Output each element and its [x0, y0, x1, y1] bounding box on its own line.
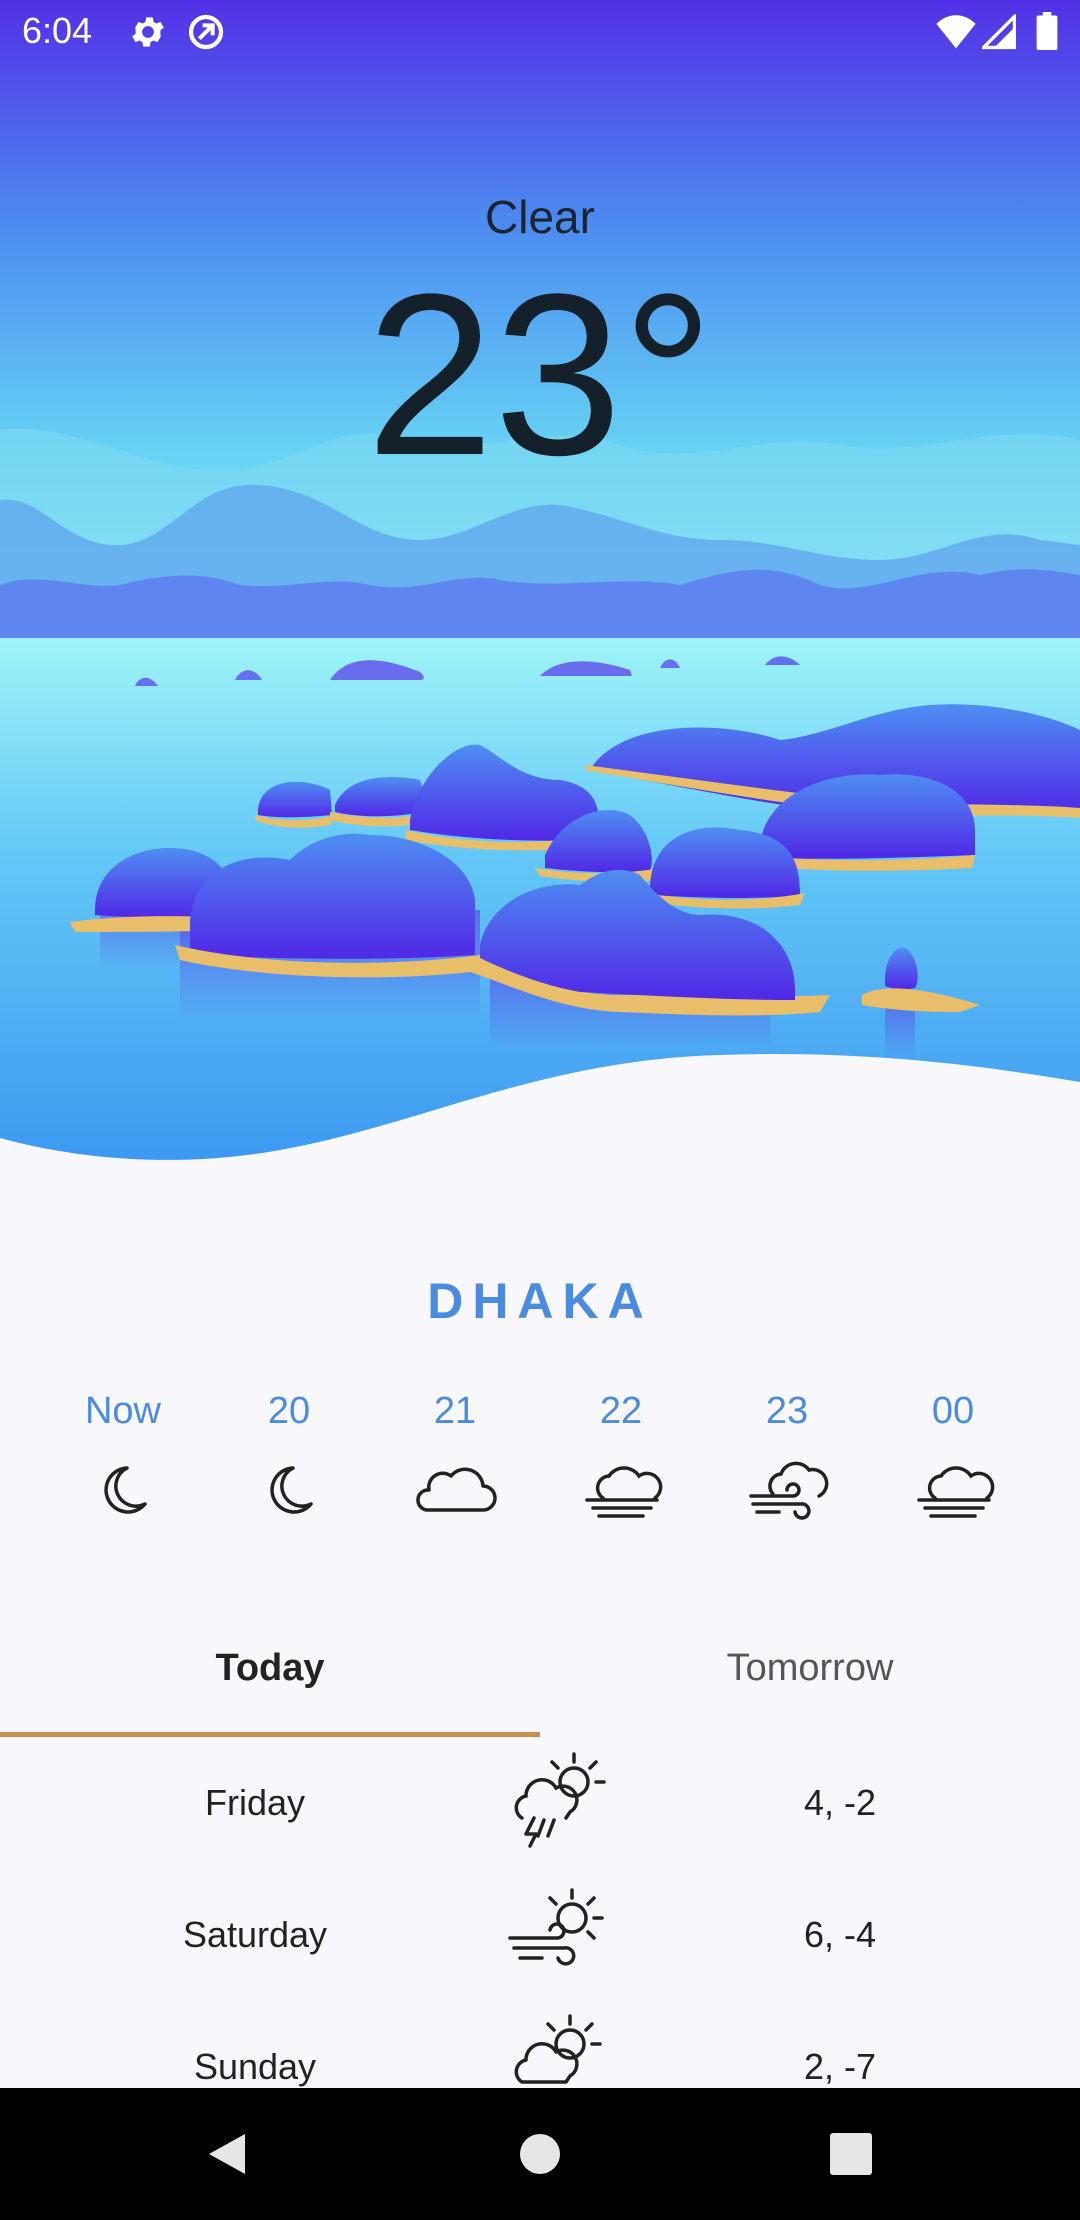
tab-today[interactable]: Today	[0, 1647, 540, 1690]
hourly-item[interactable]: 22	[538, 1390, 704, 1528]
hourly-forecast: Now 20 21 22 23 00	[40, 1390, 1040, 1540]
forecast-tabs: Today Tomorrow	[0, 1625, 1080, 1740]
hourly-item[interactable]: 00	[870, 1390, 1036, 1528]
wifi-icon	[936, 14, 976, 55]
hourly-item[interactable]: 23	[704, 1390, 870, 1528]
day-temperature: 4, -2	[803, 1782, 877, 1823]
fog-cloud-icon	[917, 1466, 995, 1518]
signal-icon	[979, 12, 1017, 55]
gear-icon	[128, 12, 168, 57]
status-bar: 6:04	[0, 0, 1080, 66]
daily-row[interactable]: Sunday 2, -7	[0, 2004, 1080, 2088]
wind-cloud-icon	[749, 1461, 829, 1520]
sync-icon	[186, 12, 226, 57]
tab-indicator	[0, 1732, 540, 1737]
hour-label: 23	[765, 1390, 809, 1432]
day-temperature: 6, -4	[803, 1914, 877, 1955]
hour-label: Now	[84, 1390, 162, 1432]
moon-icon	[270, 1466, 313, 1514]
home-icon[interactable]	[518, 2132, 562, 2176]
current-temperature: 23°	[366, 246, 714, 503]
thunderstorm-sun-icon	[514, 1752, 606, 1848]
cloudy-sun-icon	[514, 2014, 602, 2084]
weather-condition: Clear	[485, 191, 595, 243]
hourly-item[interactable]: 21	[372, 1390, 538, 1528]
hourly-item[interactable]: Now	[40, 1390, 206, 1528]
windy-sun-icon	[508, 1888, 604, 1966]
hourly-item[interactable]: 20	[206, 1390, 372, 1528]
day-temperature: 2, -7	[803, 2046, 877, 2087]
hour-label: 22	[599, 1390, 643, 1432]
city-name: DHAKA	[427, 1273, 653, 1329]
day-name: Sunday	[193, 2046, 317, 2087]
hour-label: 21	[433, 1390, 477, 1432]
status-time: 6:04	[22, 10, 93, 51]
moon-icon	[104, 1466, 147, 1514]
daily-row[interactable]: Friday 4, -2	[0, 1740, 1080, 1872]
cloud-icon	[416, 1467, 497, 1512]
day-name: Friday	[204, 1782, 306, 1823]
recents-icon[interactable]	[830, 2133, 872, 2175]
daily-forecast-list: Friday 4, -2 Saturday 6, -4 Sunday 2, -7	[0, 1740, 1080, 2088]
landscape-illustration	[0, 0, 1080, 1170]
daily-row[interactable]: Saturday 6, -4	[0, 1872, 1080, 2004]
hero-illustration	[0, 0, 1080, 1170]
day-name: Saturday	[182, 1914, 328, 1955]
hour-label: 20	[267, 1390, 311, 1432]
tab-tomorrow[interactable]: Tomorrow	[540, 1647, 1080, 1690]
hour-label: 00	[931, 1390, 975, 1432]
battery-icon	[1036, 12, 1058, 55]
back-icon[interactable]	[205, 2130, 249, 2178]
fog-cloud-icon	[585, 1466, 663, 1518]
navigation-bar	[0, 2088, 1080, 2220]
